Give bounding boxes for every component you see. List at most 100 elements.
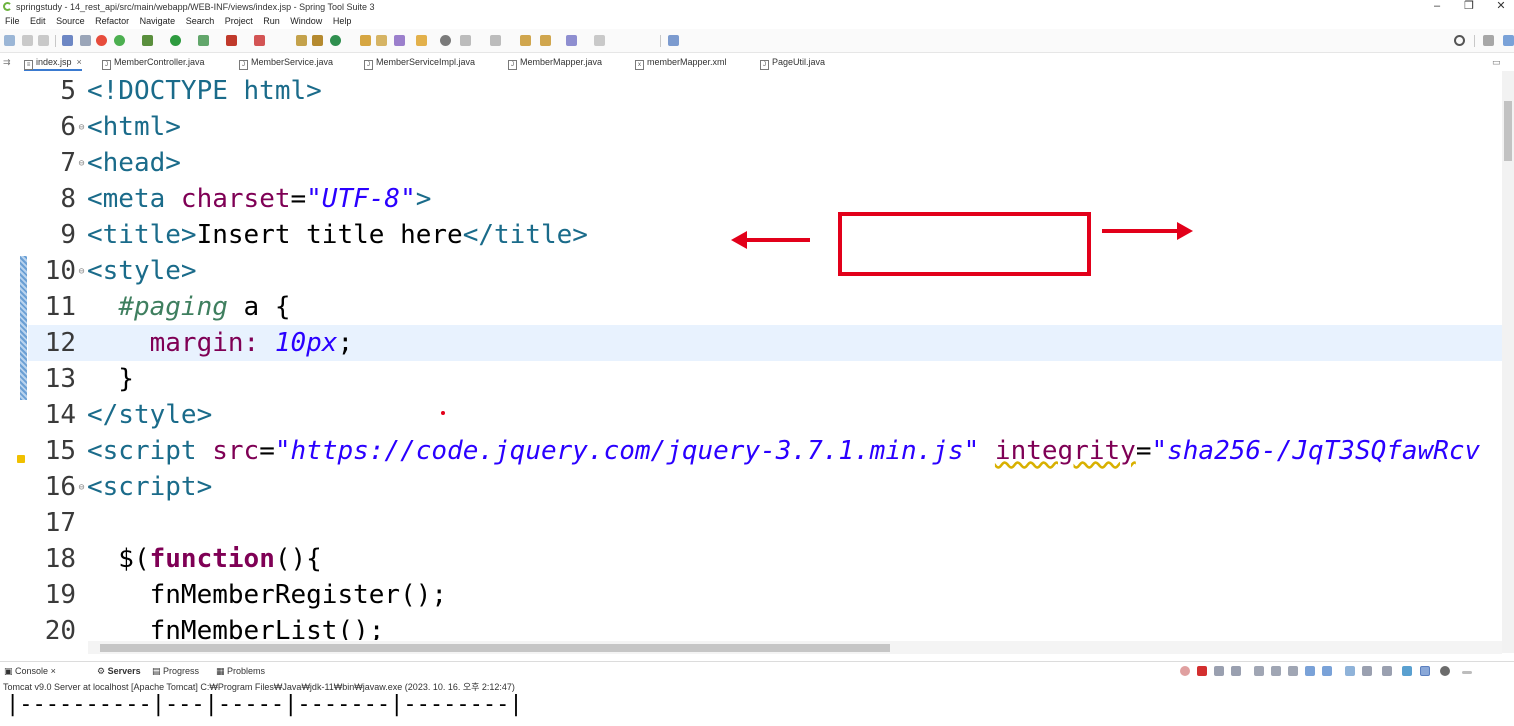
fold-icon[interactable]: ⊖ <box>76 110 87 146</box>
forward-dropdown-icon[interactable] <box>594 35 605 46</box>
menu-source[interactable]: Source <box>56 16 85 26</box>
vertical-scroll-thumb[interactable] <box>1504 101 1512 161</box>
java-file-icon: J <box>239 60 248 70</box>
minimize-button[interactable]: – <box>1426 0 1448 14</box>
display-console-icon[interactable] <box>1362 666 1372 676</box>
open-type-icon[interactable] <box>360 35 371 46</box>
new-icon[interactable] <box>4 35 15 46</box>
settings-gear-icon[interactable] <box>1440 666 1450 676</box>
remove-all-icon[interactable] <box>1231 666 1241 676</box>
stop-icon[interactable] <box>1197 666 1207 676</box>
annotation-arrowhead-left <box>731 231 747 249</box>
code-line: 10 ⊖<style> <box>28 253 197 289</box>
tab-progress[interactable]: ▤ Progress <box>152 662 199 680</box>
code-text: $( <box>87 544 150 574</box>
word-wrap-icon[interactable] <box>1288 666 1298 676</box>
code-text: Insert title here <box>196 220 463 250</box>
menu-run[interactable]: Run <box>263 16 280 26</box>
menu-refactor[interactable]: Refactor <box>95 16 129 26</box>
stop-server-icon[interactable] <box>96 35 107 46</box>
vertical-scrollbar[interactable] <box>1502 71 1514 653</box>
menu-search[interactable]: Search <box>186 16 215 26</box>
tab-pageutil[interactable]: J PageUtil.java <box>760 54 825 71</box>
close-window-button[interactable]: ✕ <box>1490 0 1512 14</box>
minimize-editor-icon[interactable]: ▭ <box>1492 54 1501 71</box>
console-output[interactable]: |----------|---|-----|-------|--------| <box>6 690 523 720</box>
pin-console-icon[interactable] <box>1345 666 1355 676</box>
horizontal-scroll-thumb[interactable] <box>100 644 890 652</box>
remove-launch-icon[interactable] <box>1214 666 1224 676</box>
tab-console[interactable]: ▣ Console × <box>4 662 56 680</box>
terminate-icon[interactable] <box>1180 666 1190 676</box>
menu-navigate[interactable]: Navigate <box>140 16 176 26</box>
view-menu-icon[interactable] <box>1402 666 1412 676</box>
external-tools-icon[interactable] <box>226 35 237 46</box>
editor-tab-bar: ⇉ ≡ index.jsp × J MemberController.java J Me… <box>0 54 1514 71</box>
mark-occurrences-icon[interactable] <box>416 35 427 46</box>
open-console-icon[interactable] <box>1382 666 1392 676</box>
tab-problems[interactable]: ▦ Problems <box>216 662 265 680</box>
spring-boot-dashboard-icon[interactable] <box>114 35 125 46</box>
skip-breakpoints-icon[interactable] <box>80 35 91 46</box>
menu-window[interactable]: Window <box>290 16 322 26</box>
code-editor[interactable]: 5 <!DOCTYPE html> 6 ⊖<html> 7 ⊖<head> 8 <m… <box>28 73 1502 640</box>
forward-icon[interactable] <box>566 35 577 46</box>
fold-icon[interactable]: ⊖ <box>76 470 87 506</box>
maximize-button[interactable]: ❐ <box>1458 0 1480 14</box>
warning-marker-icon[interactable] <box>17 455 25 463</box>
pin-editor-icon[interactable] <box>668 35 679 46</box>
open-task-icon[interactable] <box>376 35 387 46</box>
tab-memberservice[interactable]: J MemberService.java <box>239 54 333 71</box>
last-edit-location-icon[interactable] <box>520 35 531 46</box>
console-tab-bar: ▣ Console × ⚙ Servers ▤ Progress ▦ Probl… <box>0 661 1514 679</box>
tab-index-jsp[interactable]: ≡ index.jsp × <box>24 54 82 71</box>
fold-icon[interactable]: ⊖ <box>76 254 87 290</box>
show-stdout-icon[interactable] <box>1305 666 1315 676</box>
search-toolbar-icon[interactable] <box>394 35 405 46</box>
previous-annotation-icon[interactable] <box>490 35 501 46</box>
clear-console-icon[interactable] <box>1254 666 1264 676</box>
show-stderr-icon[interactable] <box>1322 666 1332 676</box>
link-console-icon[interactable] <box>1420 666 1430 676</box>
spring-tools-icon[interactable] <box>254 35 265 46</box>
tab-memberserviceimpl[interactable]: J MemberServiceImpl.java <box>364 54 475 71</box>
debug-icon[interactable] <box>142 35 153 46</box>
menu-file[interactable]: File <box>5 16 20 26</box>
save-icon[interactable] <box>22 35 33 46</box>
back-icon[interactable] <box>540 35 551 46</box>
menu-project[interactable]: Project <box>225 16 253 26</box>
tab-servers[interactable]: ⚙ Servers <box>97 662 141 680</box>
menu-help[interactable]: Help <box>333 16 352 26</box>
code-text: fnMemberRegister(); <box>87 580 448 610</box>
tab-membermapper-java[interactable]: J MemberMapper.java <box>508 54 602 71</box>
tab-list-menu-icon[interactable]: ⇉ <box>3 54 11 71</box>
tab-membercontroller[interactable]: J MemberController.java <box>102 54 205 71</box>
scroll-lock-icon[interactable] <box>1271 666 1281 676</box>
line-number: 11 <box>44 292 76 322</box>
spring-tool-suite-icon <box>3 2 12 11</box>
next-annotation-icon[interactable] <box>460 35 471 46</box>
minimize-view-icon[interactable] <box>1462 671 1472 674</box>
code-line: 16 ⊖<script> <box>28 469 213 506</box>
menu-edit[interactable]: Edit <box>30 16 46 26</box>
search-icon[interactable] <box>1454 35 1465 46</box>
save-all-icon[interactable] <box>38 35 49 46</box>
run-coverage-icon[interactable] <box>198 35 209 46</box>
new-class-icon[interactable] <box>330 35 341 46</box>
code-text: <html> <box>87 112 181 142</box>
xml-file-icon: x <box>635 60 644 70</box>
code-line: 9 <title>Insert title here</title> <box>28 217 588 253</box>
fold-icon[interactable]: ⊖ <box>76 146 87 182</box>
terminal-icon[interactable] <box>62 35 73 46</box>
open-perspective-icon[interactable] <box>1483 35 1494 46</box>
run-icon[interactable] <box>170 35 181 46</box>
horizontal-scrollbar[interactable] <box>88 641 1502 654</box>
new-package-icon[interactable] <box>312 35 323 46</box>
tab-membermapper-xml[interactable]: x memberMapper.xml <box>635 54 727 71</box>
block-selection-icon[interactable] <box>440 35 451 46</box>
close-tab-icon[interactable]: × <box>77 57 82 67</box>
java-ee-perspective-icon[interactable] <box>1503 35 1514 46</box>
new-java-project-icon[interactable] <box>296 35 307 46</box>
close-tab-icon[interactable]: × <box>51 666 56 676</box>
